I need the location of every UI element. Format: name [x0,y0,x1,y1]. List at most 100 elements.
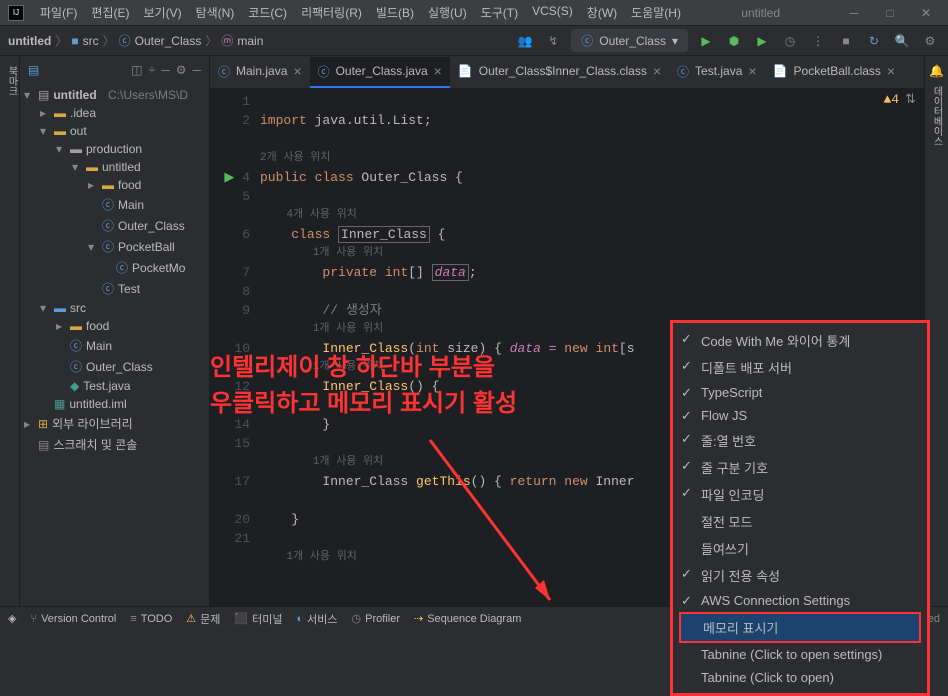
menu-help[interactable]: 도움말(H) [625,2,687,23]
tree-item[interactable]: ▾▬out [20,122,209,140]
ctx-item[interactable]: Tabnine (Click to open) [673,666,927,689]
menu-build[interactable]: 빌드(B) [370,2,420,23]
status-vcs[interactable]: ⑂Version Control [30,613,116,625]
menu-window[interactable]: 창(W) [581,2,623,23]
editor-tab[interactable]: ⓒMain.java× [210,57,310,88]
run-config-selector[interactable]: ⓒ Outer_Class ▾ [571,29,688,52]
minimize-button[interactable]: ─ [840,3,868,23]
close-icon[interactable]: × [887,63,895,79]
status-todo[interactable]: ≡TODO [130,613,172,625]
tree-item[interactable]: ⓒMain [20,335,209,356]
editor-tabs: ⓒMain.java× ⓒOuter_Class.java× 📄Outer_Cl… [210,56,924,88]
ctx-item[interactable]: 들여쓰기 [673,535,927,562]
tree-item[interactable]: ▦untitled.iml [20,395,209,413]
tree-item[interactable]: ◆Test.java [20,377,209,395]
menu-code[interactable]: 코드(C) [242,2,293,23]
ctx-item-memory-indicator[interactable]: 메모리 표시기 [679,612,921,643]
maximize-button[interactable]: □ [876,3,904,23]
divide-icon[interactable]: ÷ [149,63,156,77]
debug-button[interactable]: ⬢ [724,31,744,51]
collapse-icon[interactable]: ─ [161,63,170,77]
close-icon[interactable]: × [748,63,756,79]
ctx-item[interactable]: 파일 인코딩 [673,481,927,508]
coverage-button[interactable]: ▶ [752,31,772,51]
notifications-icon[interactable]: 🔔 [929,64,944,78]
ctx-item[interactable]: 줄 구분 기호 [673,454,927,481]
gear-icon[interactable]: ⚙ [920,31,940,51]
menu-refactor[interactable]: 리팩터링(R) [295,2,368,23]
menu-view[interactable]: 보기(V) [137,2,187,23]
close-button[interactable]: ✕ [912,3,940,23]
breadcrumb-project[interactable]: untitled [8,34,51,48]
tree-item[interactable]: ⓒPocketMo [20,257,209,278]
code-with-me-icon[interactable]: 👥 [515,31,535,51]
close-icon[interactable]: × [434,63,442,79]
tree-item[interactable]: ⓒMain [20,194,209,215]
gear-icon[interactable]: ⚙ [176,63,187,77]
up-down-icon[interactable]: ⇅ [905,92,916,107]
tree-item[interactable]: ▾ⓒPocketBall [20,236,209,257]
line-gutter: 1 2 ▶ 4 5 6 7 8 9 10 12 14 15 17 [210,88,260,606]
tree-item[interactable]: ▾▬untitled [20,158,209,176]
breadcrumb[interactable]: untitled 〉 ■src 〉 ⓒOuter_Class 〉 ⓜmain [8,32,263,49]
tree-item[interactable]: ▸▬food [20,176,209,194]
stop-button[interactable]: ■ [836,31,856,51]
ctx-item[interactable]: Tabnine (Click to open settings) [673,643,927,666]
tree-item[interactable]: ▾▬src [20,299,209,317]
hide-icon[interactable]: ─ [192,63,201,77]
hammer-icon[interactable]: ↯ [543,31,563,51]
editor-tab-active[interactable]: ⓒOuter_Class.java× [310,57,450,88]
close-icon[interactable]: × [653,63,661,79]
tree-item[interactable]: ▤스크래치 및 콘솔 [20,434,209,455]
search-icon[interactable]: 🔍 [892,31,912,51]
ctx-item[interactable]: 절전 모드 [673,508,927,535]
ctx-item[interactable]: AWS Connection Settings [673,589,927,612]
tree-root[interactable]: ▾▤ untitled C:\Users\MS\D [20,86,209,104]
layers-icon[interactable]: ◈ [8,612,16,625]
editor-tab[interactable]: ⓒTest.java× [669,57,765,88]
ctx-item[interactable]: TypeScript [673,381,927,404]
breadcrumb-item[interactable]: main [237,34,263,48]
editor-tab[interactable]: 📄PocketBall.class× [765,57,904,87]
status-terminal[interactable]: ⬛터미널 [234,611,282,627]
menu-run[interactable]: 실행(U) [422,2,473,23]
tree-item[interactable]: ⓒTest [20,278,209,299]
status-profiler[interactable]: ◷Profiler [352,612,400,625]
run-gutter-icon[interactable]: ▶ [224,170,234,185]
profile-button[interactable]: ◷ [780,31,800,51]
menu-edit[interactable]: 편집(E) [85,2,135,23]
run-button[interactable]: ▶ [696,31,716,51]
db-icon[interactable]: 데이터베이스 [929,86,944,146]
menu-tools[interactable]: 도구(T) [475,2,524,23]
expand-icon[interactable]: ◫ [131,63,142,77]
ctx-item[interactable]: Flow JS [673,404,927,427]
ctx-item[interactable]: 읽기 전용 속성 [673,562,927,589]
editor-indicators: ▲4 ⇅ [883,92,916,107]
breadcrumb-item[interactable]: src [83,34,99,48]
ctx-item[interactable]: Code With Me 와이어 통계 [673,327,927,354]
editor-tab[interactable]: 📄Outer_Class$Inner_Class.class× [450,57,669,87]
warning-icon[interactable]: ▲4 [883,92,899,107]
left-tool-bookmark[interactable]: 북마크 [4,66,19,606]
project-tree[interactable]: ▾▤ untitled C:\Users\MS\D ▸▬.idea ▾▬out … [20,84,209,457]
breadcrumb-item[interactable]: Outer_Class [135,34,202,48]
window-title: untitled [741,6,780,20]
ctx-item[interactable]: 디폴트 배포 서버 [673,354,927,381]
tree-item[interactable]: ▸▬.idea [20,104,209,122]
menu-navigate[interactable]: 탐색(N) [190,2,241,23]
tree-item[interactable]: ⓒOuter_Class [20,215,209,236]
menu-vcs[interactable]: VCS(S) [526,2,579,23]
menu-file[interactable]: 파일(F) [34,2,83,23]
status-services[interactable]: ◐서비스 [297,611,338,627]
ctx-item[interactable]: 줄:열 번호 [673,427,927,454]
tree-item[interactable]: ▸▬food [20,317,209,335]
status-problems[interactable]: ⚠문제 [186,611,220,627]
tree-item[interactable]: ▸⊞외부 라이브러리 [20,413,209,434]
tree-item[interactable]: ⓒOuter_Class [20,356,209,377]
close-icon[interactable]: × [293,63,301,79]
status-sequence[interactable]: ⇢Sequence Diagram [414,612,521,625]
tree-item[interactable]: ▾▬production [20,140,209,158]
folder-icon: ▤ [28,63,39,77]
update-button[interactable]: ↻ [864,31,884,51]
more-icon[interactable]: ⋮ [808,31,828,51]
